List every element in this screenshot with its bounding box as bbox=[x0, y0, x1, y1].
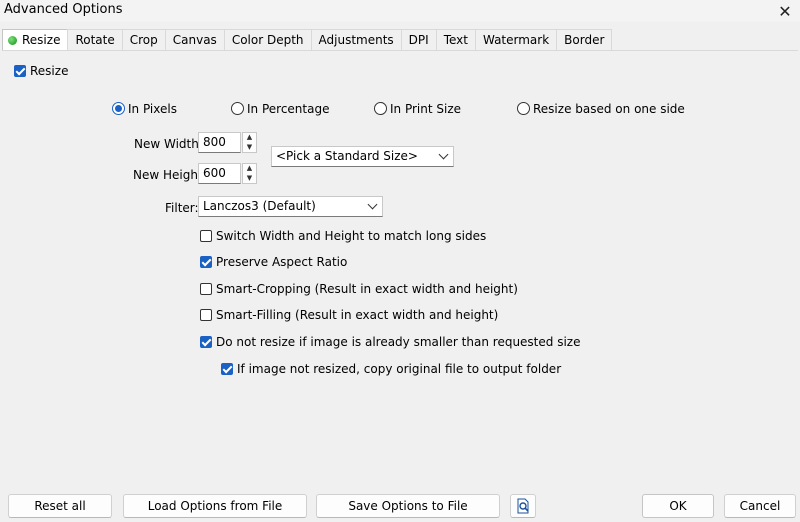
checkbox[interactable] bbox=[200, 309, 212, 321]
title-bar: Advanced Options ✕ bbox=[0, 0, 800, 22]
chevron-down-icon[interactable]: ▼ bbox=[243, 143, 256, 153]
save-options-button[interactable]: Save Options to File bbox=[316, 494, 500, 518]
radio-in-percentage[interactable]: In Percentage bbox=[231, 102, 329, 116]
resize-enable-checkbox[interactable]: Resize bbox=[14, 64, 68, 78]
tab-adjustments[interactable]: Adjustments bbox=[310, 29, 402, 51]
option-copy-original[interactable]: If image not resized, copy original file… bbox=[221, 362, 561, 376]
height-stepper[interactable]: ▲ ▼ bbox=[242, 163, 257, 184]
window-title: Advanced Options bbox=[4, 2, 123, 17]
checkbox[interactable] bbox=[200, 256, 212, 268]
cancel-button[interactable]: Cancel bbox=[724, 494, 796, 518]
tab-bar: Resize Rotate Crop Canvas Color Depth Ad… bbox=[2, 29, 613, 51]
tab-watermark[interactable]: Watermark bbox=[474, 29, 558, 51]
active-dot-icon bbox=[8, 36, 17, 45]
chevron-up-icon[interactable]: ▲ bbox=[243, 133, 256, 143]
tab-color-depth[interactable]: Color Depth bbox=[223, 29, 312, 51]
chevron-up-icon[interactable]: ▲ bbox=[243, 164, 256, 174]
new-height-input[interactable]: 600 bbox=[198, 163, 241, 184]
chevron-down-icon[interactable]: ▼ bbox=[243, 174, 256, 184]
radio-in-print-size[interactable]: In Print Size bbox=[374, 102, 461, 116]
radio-in-print-size-dot[interactable] bbox=[374, 102, 387, 115]
tab-canvas[interactable]: Canvas bbox=[164, 29, 225, 51]
tab-crop[interactable]: Crop bbox=[121, 29, 166, 51]
close-icon[interactable]: ✕ bbox=[770, 0, 800, 22]
reset-all-button[interactable]: Reset all bbox=[8, 494, 112, 518]
width-stepper[interactable]: ▲ ▼ bbox=[242, 132, 257, 153]
radio-in-pixels-dot[interactable] bbox=[112, 102, 125, 115]
new-width-input[interactable]: 800 bbox=[198, 132, 241, 153]
radio-one-side-dot[interactable] bbox=[517, 102, 530, 115]
tab-rotate[interactable]: Rotate bbox=[67, 29, 123, 51]
option-smart-cropping[interactable]: Smart-Cropping (Result in exact width an… bbox=[200, 282, 518, 296]
filter-select[interactable]: Lanczos3 (Default) bbox=[198, 196, 383, 217]
tab-text[interactable]: Text bbox=[435, 29, 476, 51]
load-options-button[interactable]: Load Options from File bbox=[123, 494, 307, 518]
radio-one-side[interactable]: Resize based on one side bbox=[517, 102, 685, 116]
option-switch-width-height[interactable]: Switch Width and Height to match long si… bbox=[200, 229, 486, 243]
checkbox[interactable] bbox=[221, 363, 233, 375]
chevron-down-icon bbox=[438, 149, 449, 160]
magnifier-document-icon bbox=[517, 498, 529, 514]
radio-in-pixels[interactable]: In Pixels bbox=[112, 102, 177, 116]
chevron-down-icon bbox=[367, 199, 378, 210]
new-width-label: New Width: bbox=[134, 137, 203, 151]
option-smart-filling[interactable]: Smart-Filling (Result in exact width and… bbox=[200, 308, 498, 322]
tab-border[interactable]: Border bbox=[556, 29, 613, 51]
tab-resize[interactable]: Resize bbox=[2, 29, 69, 51]
checkbox[interactable] bbox=[200, 230, 212, 242]
resize-checkbox-box[interactable] bbox=[14, 65, 26, 77]
new-height-label: New Height: bbox=[133, 168, 207, 182]
ok-button[interactable]: OK bbox=[642, 494, 714, 518]
filter-label: Filter: bbox=[165, 201, 199, 215]
tab-dpi[interactable]: DPI bbox=[400, 29, 437, 51]
preview-button[interactable] bbox=[510, 494, 536, 518]
option-preserve-aspect[interactable]: Preserve Aspect Ratio bbox=[200, 255, 347, 269]
checkbox[interactable] bbox=[200, 336, 212, 348]
option-do-not-resize-smaller[interactable]: Do not resize if image is already smalle… bbox=[200, 335, 580, 349]
standard-size-select[interactable]: <Pick a Standard Size> bbox=[271, 146, 454, 167]
radio-in-percentage-dot[interactable] bbox=[231, 102, 244, 115]
checkbox[interactable] bbox=[200, 283, 212, 295]
